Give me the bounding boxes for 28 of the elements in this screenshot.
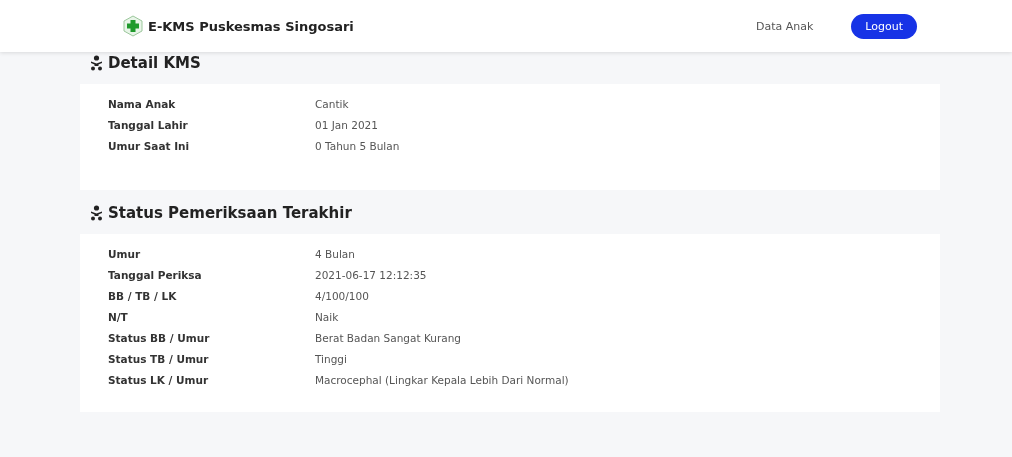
brand-name[interactable]: E-KMS Puskesmas Singosari xyxy=(148,18,354,34)
section-title: Detail KMS xyxy=(108,54,201,72)
field-label: Umur xyxy=(108,247,142,262)
field-label: BB / TB / LK xyxy=(108,289,178,304)
field-label: Tanggal Periksa xyxy=(108,268,203,283)
field-value: Cantik xyxy=(315,97,349,112)
field-label: Status BB / Umur xyxy=(108,331,211,346)
field-value: 01 Jan 2021 xyxy=(315,118,378,133)
field-label: Tanggal Lahir xyxy=(108,118,189,133)
field-label: Status TB / Umur xyxy=(108,352,210,367)
field-value: 4 Bulan xyxy=(315,247,355,262)
section-title: Status Pemeriksaan Terakhir xyxy=(108,204,352,222)
field-label: Umur Saat Ini xyxy=(108,139,191,154)
cross-logo-icon xyxy=(122,15,144,37)
nav-link[interactable]: Data Anak xyxy=(755,19,814,33)
field-label: Nama Anak xyxy=(108,97,177,112)
field-label: Status LK / Umur xyxy=(108,373,210,388)
field-label: N/T xyxy=(108,310,129,325)
field-value: Tinggi xyxy=(315,352,347,367)
baby-icon xyxy=(90,55,103,71)
field-value: Macrocephal (Lingkar Kepala Lebih Dari Normal) xyxy=(315,373,569,388)
baby-icon xyxy=(90,205,103,221)
logout-button[interactable]: Logout xyxy=(851,13,917,39)
field-value: 4/100/100 xyxy=(315,289,369,304)
field-value: 0 Tahun 5 Bulan xyxy=(315,139,400,154)
field-value: Naik xyxy=(315,310,339,325)
field-value: 2021-06-17 12:12:35 xyxy=(315,268,427,283)
field-value: Berat Badan Sangat Kurang xyxy=(315,331,461,346)
